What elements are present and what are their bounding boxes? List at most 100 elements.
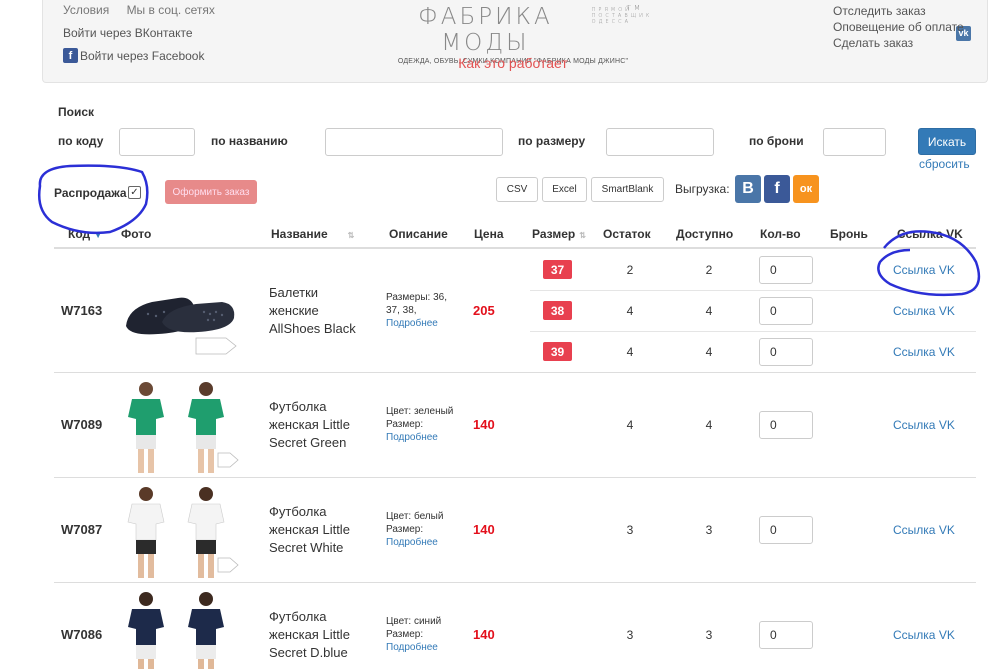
product-price: 205 <box>473 303 495 318</box>
col-name-header[interactable]: Название ⇅ <box>271 227 354 241</box>
desc-line: Цвет: зеленый <box>386 406 454 417</box>
product-code: W7089 <box>61 417 103 432</box>
quantity-input[interactable]: 0 <box>759 516 813 544</box>
desc-line: Цвет: белый <box>386 511 444 522</box>
product-price: 140 <box>473 627 495 642</box>
vk-link[interactable]: Ссылка VK <box>893 263 955 277</box>
row-divider <box>54 477 976 478</box>
vk-share-icon[interactable]: В <box>735 175 761 203</box>
odnoklassniki-share-icon[interactable]: ок <box>793 175 819 203</box>
vk-link[interactable]: Ссылка VK <box>893 418 955 432</box>
stock-value: 2 <box>626 263 634 277</box>
search-size-input[interactable] <box>606 128 714 156</box>
size-badge: 38 <box>543 301 572 320</box>
product-description: Размеры: 36, 37, 38, Подробнее <box>386 291 476 330</box>
col-booking-header: Бронь <box>830 227 868 241</box>
col-desc-header: Описание <box>389 227 448 241</box>
size-badge: 37 <box>543 260 572 279</box>
stock-value: 4 <box>626 418 634 432</box>
search-name-label: по названию <box>211 134 288 148</box>
desc-line: Цвет: синий <box>386 616 442 627</box>
search-button[interactable]: Искать <box>918 128 976 155</box>
product-description: Цвет: синий Размер: Подробнее <box>386 615 476 654</box>
product-description: Цвет: зеленый Размер: Подробнее <box>386 405 476 444</box>
product-photo-shoes[interactable] <box>118 260 240 358</box>
more-link[interactable]: Подробнее <box>386 431 476 444</box>
search-booking-label: по брони <box>749 134 804 148</box>
search-code-label: по коду <box>58 134 104 148</box>
col-photo-header: Фото <box>121 227 152 241</box>
product-code: W7163 <box>61 303 103 318</box>
quantity-input[interactable]: 0 <box>759 338 813 366</box>
facebook-share-icon[interactable]: f <box>764 175 790 203</box>
reset-link[interactable]: сбросить <box>919 157 970 171</box>
header-left: Условия Мы в соц. сетях vk Войти через В… <box>63 3 971 63</box>
product-name[interactable]: Балетки женские AllShoes Black <box>269 284 369 338</box>
search-code-input[interactable] <box>119 128 195 156</box>
desc-line: Размеры: 36, <box>386 292 448 303</box>
product-description: Цвет: белый Размер: Подробнее <box>386 510 476 549</box>
col-code-header[interactable]: Код ▼ <box>68 227 102 241</box>
search-size-label: по размеру <box>518 134 586 148</box>
more-link[interactable]: Подробнее <box>386 317 476 330</box>
logo-trademark: TM <box>626 4 643 12</box>
vk-link[interactable]: Ссылка VK <box>893 523 955 537</box>
quantity-input[interactable]: 0 <box>759 256 813 284</box>
available-value: 3 <box>705 523 713 537</box>
login-fb-link[interactable]: f Войти через Facebook <box>63 48 229 63</box>
col-size-label: Размер <box>532 227 576 241</box>
export-csv-button[interactable]: CSV <box>496 177 538 202</box>
product-name[interactable]: Футболка женская Little Secret White <box>269 503 369 557</box>
product-code: W7087 <box>61 522 103 537</box>
payment-notice-link[interactable]: Оповещение об оплате <box>833 19 964 35</box>
export-excel-button[interactable]: Excel <box>542 177 587 202</box>
logo-title: ФАБРИКА МОДЫ <box>417 4 553 56</box>
product-photo-tshirt-green[interactable] <box>118 377 240 475</box>
vk-link[interactable]: Ссылка VK <box>893 628 955 642</box>
product-photo-tshirt-white[interactable] <box>118 482 240 580</box>
product-code: W7086 <box>61 627 103 642</box>
export-smartblank-button[interactable]: SmartBlank <box>591 177 664 202</box>
logo-subtitle: ПРЯМОЙ ПОСТАВЩИК ОДЕССА <box>591 7 653 25</box>
col-qty-header: Кол-во <box>760 227 801 241</box>
export-label: Выгрузка: <box>675 182 730 196</box>
desc-line: Размер: <box>386 419 424 430</box>
quantity-input[interactable]: 0 <box>759 297 813 325</box>
row-divider <box>54 582 976 583</box>
quantity-input[interactable]: 0 <box>759 411 813 439</box>
more-link[interactable]: Подробнее <box>386 536 476 549</box>
login-fb-label: Войти через Facebook <box>80 48 205 63</box>
stock-value: 3 <box>626 628 634 642</box>
variant-divider <box>530 290 976 291</box>
product-photo-tshirt-blue[interactable] <box>118 587 240 669</box>
social-networks-link[interactable]: Мы в соц. сетях <box>127 3 215 17</box>
sort-icon: ⇅ <box>347 231 355 240</box>
place-order-button[interactable]: Оформить заказ <box>165 180 257 204</box>
track-order-link[interactable]: Отследить заказ <box>833 3 964 19</box>
search-name-input[interactable] <box>325 128 503 156</box>
quantity-input[interactable]: 0 <box>759 621 813 649</box>
vk-link[interactable]: Ссылка VK <box>893 345 955 359</box>
product-name[interactable]: Футболка женская Little Secret Green <box>269 398 369 452</box>
terms-link[interactable]: Условия <box>63 3 109 17</box>
search-booking-input[interactable] <box>823 128 886 156</box>
sort-desc-icon: ▼ <box>94 231 103 240</box>
make-order-link[interactable]: Сделать заказ <box>833 35 964 51</box>
how-it-works-link[interactable]: Как это работает <box>383 55 643 71</box>
variant-divider <box>530 331 976 332</box>
available-value: 2 <box>705 263 713 277</box>
row-divider <box>54 372 976 373</box>
product-name[interactable]: Футболка женская Little Secret D.blue <box>269 608 369 662</box>
stock-value: 4 <box>626 304 634 318</box>
vk-link[interactable]: Ссылка VK <box>893 304 955 318</box>
available-value: 3 <box>705 628 713 642</box>
product-price: 140 <box>473 522 495 537</box>
col-size-header[interactable]: Размер ⇅ <box>532 227 586 241</box>
desc-line: Размер: <box>386 524 424 535</box>
col-available-header: Доступно <box>676 227 734 241</box>
more-link[interactable]: Подробнее <box>386 641 476 654</box>
login-vk-label: Войти через ВКонтакте <box>63 26 193 40</box>
login-vk-link[interactable]: vk Войти через ВКонтакте <box>63 25 971 41</box>
sale-checkbox[interactable]: ✓ <box>128 186 141 199</box>
product-price: 140 <box>473 417 495 432</box>
